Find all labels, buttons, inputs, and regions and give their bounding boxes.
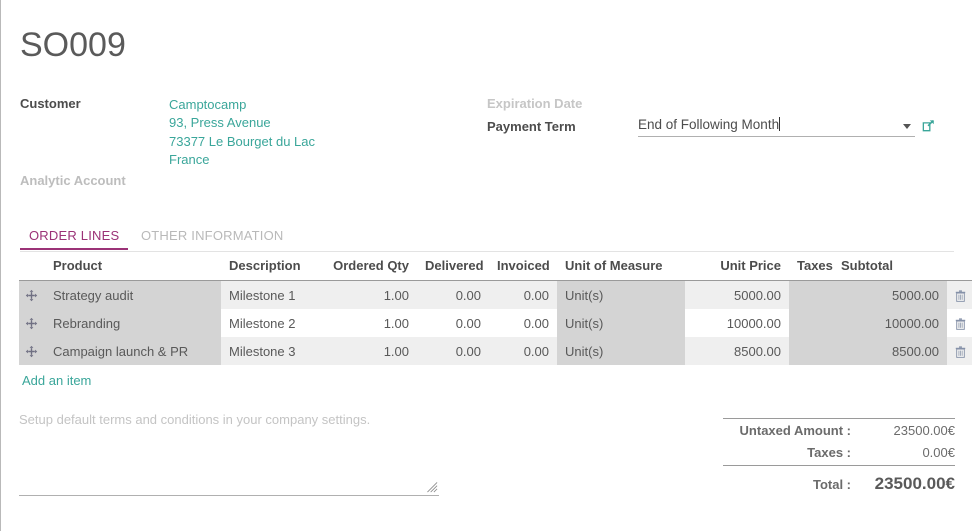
chevron-down-icon[interactable]: [903, 124, 911, 129]
table-row[interactable]: Strategy audit Milestone 1 1.00 0.00 0.0…: [19, 280, 972, 309]
cell-unit-price[interactable]: 10000.00: [685, 309, 789, 337]
cell-subtotal: 10000.00: [833, 309, 947, 337]
column-header-subtotal[interactable]: Subtotal: [833, 252, 947, 281]
cell-product[interactable]: Campaign launch & PR: [45, 337, 221, 365]
expiration-date-label: Expiration Date: [487, 96, 583, 111]
page-title: SO009: [20, 26, 126, 64]
cell-unit-price[interactable]: 5000.00: [685, 280, 789, 309]
delete-line-button[interactable]: [947, 280, 972, 309]
row-drag-handle[interactable]: [19, 337, 45, 365]
total-label: Total :: [812, 477, 851, 492]
table-header-handle: [19, 252, 45, 281]
cell-invoiced[interactable]: 0.00: [489, 280, 557, 309]
cell-invoiced[interactable]: 0.00: [489, 309, 557, 337]
table-header-trash: [947, 252, 972, 281]
table-row[interactable]: Campaign launch & PR Milestone 3 1.00 0.…: [19, 337, 972, 365]
customer-value[interactable]: Camptocamp 93, Press Avenue 73377 Le Bou…: [169, 96, 315, 169]
terms-placeholder: Setup default terms and conditions in yo…: [19, 412, 371, 427]
add-an-item-link[interactable]: Add an item: [22, 373, 91, 388]
column-header-ordered-qty[interactable]: Ordered Qty: [325, 252, 417, 281]
column-header-delivered[interactable]: Delivered: [417, 252, 489, 281]
payment-term-text: End of Following Month: [638, 117, 780, 132]
table-header-row: Product Description Ordered Qty Delivere…: [19, 252, 972, 281]
move-icon: [25, 289, 38, 302]
total-value: 23500.00€: [874, 474, 955, 493]
row-drag-handle[interactable]: [19, 309, 45, 337]
untaxed-amount-row: Untaxed Amount : 23500.00€: [723, 419, 955, 441]
payment-term-label: Payment Term: [487, 119, 576, 134]
untaxed-amount-value: 23500.00€: [893, 423, 955, 438]
cell-subtotal: 5000.00: [833, 280, 947, 309]
text-caret: [779, 117, 781, 131]
tab-other-information[interactable]: OTHER INFORMATION: [132, 228, 293, 248]
external-link-icon[interactable]: [921, 118, 936, 133]
cell-taxes[interactable]: [789, 309, 833, 337]
cell-ordered-qty[interactable]: 1.00: [325, 280, 417, 309]
delete-line-button[interactable]: [947, 337, 972, 365]
trash-icon: [955, 345, 965, 358]
tab-order-lines[interactable]: ORDER LINES: [20, 228, 129, 250]
column-header-invoiced[interactable]: Invoiced: [489, 252, 557, 281]
cell-unit-price[interactable]: 8500.00: [685, 337, 789, 365]
row-drag-handle[interactable]: [19, 280, 45, 309]
cell-product[interactable]: Rebranding: [45, 309, 221, 337]
customer-label: Customer: [20, 96, 81, 111]
taxes-value: 0.00€: [922, 445, 955, 460]
table-row[interactable]: Rebranding Milestone 2 1.00 0.00 0.00 Un…: [19, 309, 972, 337]
column-header-product[interactable]: Product: [45, 252, 221, 281]
customer-line-city[interactable]: 73377 Le Bourget du Lac: [169, 133, 315, 151]
customer-line-street[interactable]: 93, Press Avenue: [169, 114, 315, 132]
move-icon: [25, 317, 38, 330]
order-lines-body: Strategy audit Milestone 1 1.00 0.00 0.0…: [19, 280, 972, 365]
sales-order-form: SO009 Customer Camptocamp 93, Press Aven…: [0, 0, 972, 531]
totals-panel: Untaxed Amount : 23500.00€ Taxes : 0.00€…: [723, 418, 955, 497]
move-icon: [25, 345, 38, 358]
cell-description[interactable]: Milestone 2: [221, 309, 325, 337]
cell-delivered[interactable]: 0.00: [417, 309, 489, 337]
cell-invoiced[interactable]: 0.00: [489, 337, 557, 365]
payment-term-value: End of Following Month: [638, 117, 781, 132]
customer-line-country[interactable]: France: [169, 151, 315, 169]
tab-bar: ORDER LINES OTHER INFORMATION: [20, 228, 293, 251]
taxes-label: Taxes :: [807, 445, 851, 460]
payment-term-input[interactable]: End of Following Month: [638, 116, 915, 137]
cell-product[interactable]: Strategy audit: [45, 280, 221, 309]
cell-uom[interactable]: Unit(s): [557, 337, 685, 365]
cell-uom[interactable]: Unit(s): [557, 309, 685, 337]
column-header-uom[interactable]: Unit of Measure: [557, 252, 685, 281]
delete-line-button[interactable]: [947, 309, 972, 337]
trash-icon: [955, 317, 965, 330]
cell-delivered[interactable]: 0.00: [417, 337, 489, 365]
order-lines-table: Product Description Ordered Qty Delivere…: [19, 252, 972, 365]
cell-subtotal: 8500.00: [833, 337, 947, 365]
column-header-description[interactable]: Description: [221, 252, 325, 281]
customer-line-name[interactable]: Camptocamp: [169, 96, 315, 114]
cell-delivered[interactable]: 0.00: [417, 280, 489, 309]
cell-description[interactable]: Milestone 1: [221, 280, 325, 309]
column-header-unit-price[interactable]: Unit Price: [685, 252, 789, 281]
column-header-taxes[interactable]: Taxes: [789, 252, 833, 281]
resize-handle-icon[interactable]: [427, 482, 438, 493]
trash-icon: [955, 289, 965, 302]
cell-description[interactable]: Milestone 3: [221, 337, 325, 365]
cell-ordered-qty[interactable]: 1.00: [325, 337, 417, 365]
cell-taxes[interactable]: [789, 337, 833, 365]
cell-ordered-qty[interactable]: 1.00: [325, 309, 417, 337]
terms-and-conditions-textarea[interactable]: Setup default terms and conditions in yo…: [19, 406, 439, 496]
cell-taxes[interactable]: [789, 280, 833, 309]
cell-uom[interactable]: Unit(s): [557, 280, 685, 309]
taxes-row: Taxes : 0.00€: [723, 441, 955, 463]
untaxed-amount-label: Untaxed Amount :: [739, 423, 851, 438]
analytic-account-label: Analytic Account: [20, 173, 126, 188]
total-row: Total : 23500.00€: [723, 466, 955, 497]
